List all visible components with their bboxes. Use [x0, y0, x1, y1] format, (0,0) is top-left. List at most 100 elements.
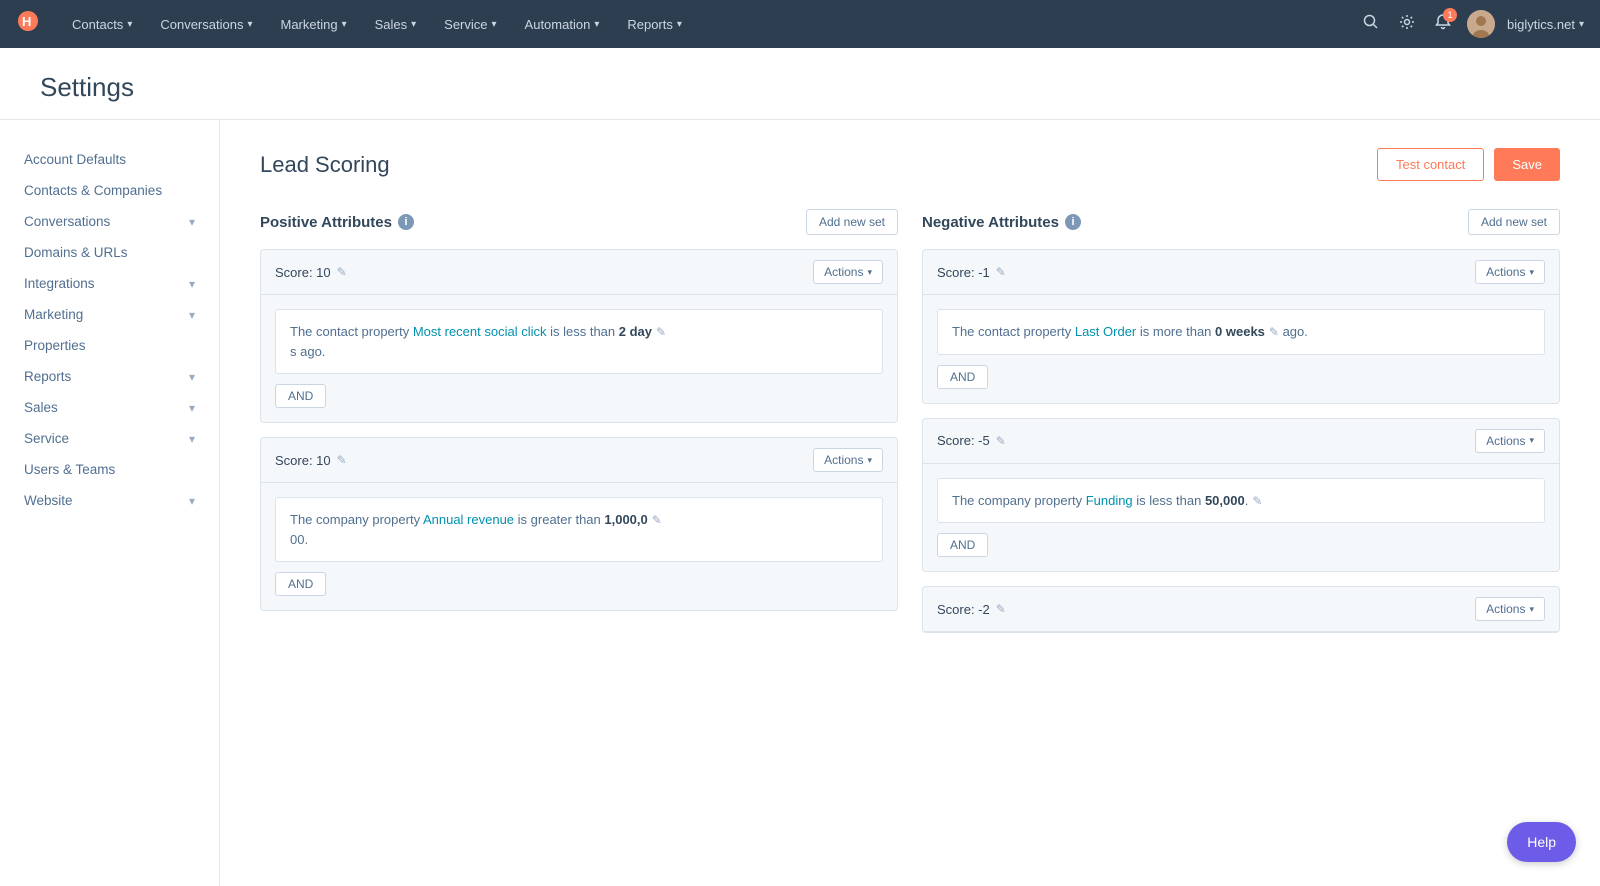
condition-box: The contact property Most recent social …: [275, 309, 883, 374]
positive-card-1-actions-button[interactable]: Actions ▾: [813, 260, 883, 284]
score-label: Score: -1 ✎: [937, 265, 1006, 280]
help-button[interactable]: Help: [1507, 822, 1576, 862]
info-icon[interactable]: i: [398, 214, 414, 230]
test-contact-button[interactable]: Test contact: [1377, 148, 1484, 181]
attributes-grid: Positive Attributes i Add new set Score:…: [260, 209, 1560, 647]
settings-title: Settings: [40, 72, 1560, 103]
condition-link[interactable]: Last Order: [1075, 324, 1136, 339]
nav-reports[interactable]: Reports ▾: [615, 11, 694, 38]
top-navigation: H Contacts ▾ Conversations ▾ Marketing ▾…: [0, 0, 1600, 48]
chevron-down-icon: ▾: [411, 19, 416, 30]
notification-badge: 1: [1443, 8, 1457, 22]
edit-condition-icon[interactable]: ✎: [1269, 325, 1279, 339]
sidebar-item-account-defaults[interactable]: Account Defaults: [0, 144, 219, 175]
sidebar-item-domains-urls[interactable]: Domains & URLs: [0, 237, 219, 268]
sidebar-item-properties[interactable]: Properties: [0, 330, 219, 361]
edit-score-icon[interactable]: ✎: [337, 453, 347, 467]
sidebar-item-website[interactable]: Website ▾: [0, 485, 219, 516]
negative-card-1-actions-button[interactable]: Actions ▾: [1475, 260, 1545, 284]
header-actions: Test contact Save: [1377, 148, 1560, 181]
search-button[interactable]: [1359, 10, 1383, 39]
sidebar-item-contacts-companies[interactable]: Contacts & Companies: [0, 175, 219, 206]
chevron-down-icon: ▾: [189, 215, 195, 229]
chevron-down-icon: ▾: [189, 401, 195, 415]
sidebar-item-reports[interactable]: Reports ▾: [0, 361, 219, 392]
sidebar-item-sales[interactable]: Sales ▾: [0, 392, 219, 423]
score-card-body: The contact property Last Order is more …: [923, 295, 1559, 403]
score-card-header: Score: -1 ✎ Actions ▾: [923, 250, 1559, 295]
chevron-down-icon: ▾: [189, 277, 195, 291]
and-button[interactable]: AND: [937, 533, 988, 557]
score-card-body: The company property Funding is less tha…: [923, 464, 1559, 572]
sidebar-item-marketing[interactable]: Marketing ▾: [0, 299, 219, 330]
and-button[interactable]: AND: [275, 572, 326, 596]
condition-link[interactable]: Funding: [1086, 493, 1133, 508]
avatar[interactable]: [1467, 10, 1495, 38]
sidebar: Account Defaults Contacts & Companies Co…: [0, 120, 220, 886]
sidebar-item-users-teams[interactable]: Users & Teams: [0, 454, 219, 485]
chevron-down-icon: ▾: [492, 19, 497, 30]
notifications-button[interactable]: 1: [1431, 10, 1455, 39]
sidebar-item-conversations[interactable]: Conversations ▾: [0, 206, 219, 237]
chevron-down-icon: ▾: [189, 494, 195, 508]
sidebar-item-service[interactable]: Service ▾: [0, 423, 219, 454]
chevron-down-icon: ▾: [1529, 267, 1534, 278]
and-button[interactable]: AND: [937, 365, 988, 389]
negative-attributes-header: Negative Attributes i Add new set: [922, 209, 1560, 235]
chevron-down-icon: ▾: [189, 370, 195, 384]
chevron-down-icon: ▾: [189, 432, 195, 446]
main-content: Lead Scoring Test contact Save Positive …: [220, 120, 1600, 886]
positive-attributes-header: Positive Attributes i Add new set: [260, 209, 898, 235]
chevron-down-icon: ▾: [677, 19, 682, 30]
edit-score-icon[interactable]: ✎: [996, 434, 1006, 448]
edit-condition-icon[interactable]: ✎: [1252, 494, 1262, 508]
condition-box: The company property Annual revenue is g…: [275, 497, 883, 562]
chevron-down-icon: ▾: [867, 455, 872, 466]
nav-sales[interactable]: Sales ▾: [363, 11, 429, 38]
positive-card-2-actions-button[interactable]: Actions ▾: [813, 448, 883, 472]
score-card-header: Score: -2 ✎ Actions ▾: [923, 587, 1559, 632]
positive-score-card-1: Score: 10 ✎ Actions ▾ The contact proper…: [260, 249, 898, 423]
positive-score-card-2: Score: 10 ✎ Actions ▾ The company proper…: [260, 437, 898, 611]
condition-link[interactable]: Annual revenue: [423, 512, 514, 527]
score-label: Score: 10 ✎: [275, 453, 347, 468]
chevron-down-icon: ▾: [1529, 435, 1534, 446]
positive-attributes-column: Positive Attributes i Add new set Score:…: [260, 209, 898, 647]
edit-score-icon[interactable]: ✎: [996, 602, 1006, 616]
negative-score-card-3: Score: -2 ✎ Actions ▾: [922, 586, 1560, 633]
negative-add-new-set-button[interactable]: Add new set: [1468, 209, 1560, 235]
nav-marketing[interactable]: Marketing ▾: [268, 11, 358, 38]
account-name[interactable]: biglytics.net ▾: [1507, 17, 1584, 32]
edit-score-icon[interactable]: ✎: [996, 265, 1006, 279]
and-button[interactable]: AND: [275, 384, 326, 408]
chevron-down-icon: ▾: [867, 267, 872, 278]
score-card-header: Score: 10 ✎ Actions ▾: [261, 438, 897, 483]
negative-card-2-actions-button[interactable]: Actions ▾: [1475, 429, 1545, 453]
sidebar-item-integrations[interactable]: Integrations ▾: [0, 268, 219, 299]
info-icon[interactable]: i: [1065, 214, 1081, 230]
nav-automation[interactable]: Automation ▾: [513, 11, 612, 38]
svg-text:H: H: [22, 14, 31, 29]
chevron-down-icon: ▾: [189, 308, 195, 322]
positive-attributes-title: Positive Attributes i: [260, 214, 414, 231]
negative-card-3-actions-button[interactable]: Actions ▾: [1475, 597, 1545, 621]
negative-score-card-1: Score: -1 ✎ Actions ▾ The contact proper…: [922, 249, 1560, 404]
edit-condition-icon[interactable]: ✎: [656, 325, 666, 339]
positive-add-new-set-button[interactable]: Add new set: [806, 209, 898, 235]
edit-condition-icon[interactable]: ✎: [652, 513, 662, 527]
edit-score-icon[interactable]: ✎: [337, 265, 347, 279]
save-button[interactable]: Save: [1494, 148, 1560, 181]
settings-body: Account Defaults Contacts & Companies Co…: [0, 120, 1600, 886]
nav-contacts[interactable]: Contacts ▾: [60, 11, 144, 38]
negative-attributes-column: Negative Attributes i Add new set Score:…: [922, 209, 1560, 647]
lead-scoring-title: Lead Scoring: [260, 152, 390, 178]
settings-button[interactable]: [1395, 10, 1419, 39]
hubspot-logo[interactable]: H: [16, 9, 40, 39]
nav-conversations[interactable]: Conversations ▾: [148, 11, 264, 38]
negative-attributes-title: Negative Attributes i: [922, 214, 1081, 231]
condition-link[interactable]: Most recent social click: [413, 324, 547, 339]
condition-box: The company property Funding is less tha…: [937, 478, 1545, 524]
settings-header: Settings: [0, 48, 1600, 120]
chevron-down-icon: ▾: [594, 19, 599, 30]
nav-service[interactable]: Service ▾: [432, 11, 508, 38]
